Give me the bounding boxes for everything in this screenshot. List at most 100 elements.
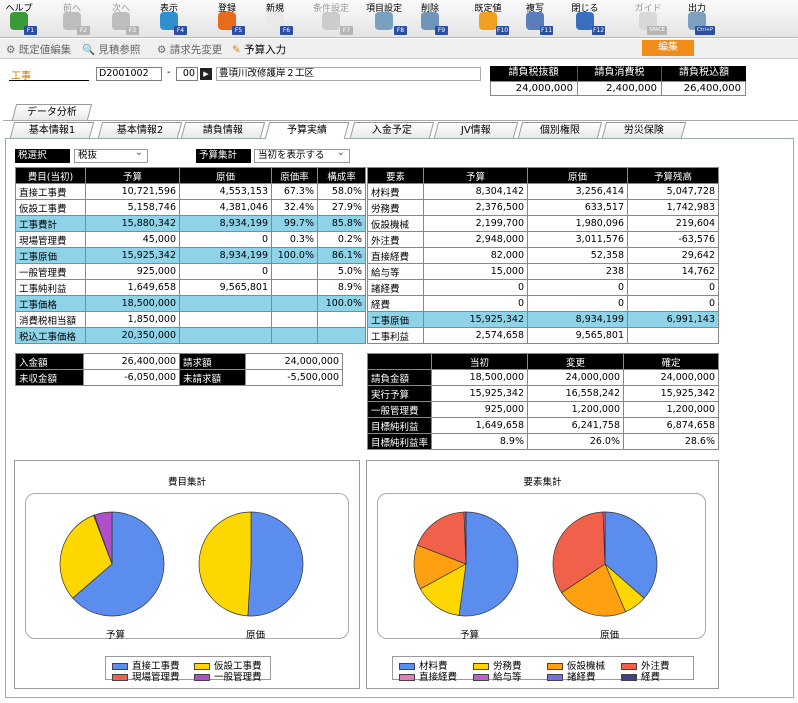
toolbar-button-arrow-left[interactable]: 前へ F2 (55, 0, 90, 38)
cell-value: 14,762 (627, 263, 719, 280)
tab-8[interactable]: 労災保険 (601, 122, 687, 138)
payment-table: 入金額 26,400,000 請求額 24,000,000 未収金額 -6,050,000… (15, 353, 343, 386)
koji-code-input[interactable]: D2001002 (96, 67, 162, 81)
cell-value: 8.9% (317, 279, 366, 296)
toolbar-button-help[interactable]: ヘルプ F1 (2, 0, 37, 38)
function-key-badge: F5 (232, 26, 245, 35)
billing-change-button[interactable]: ⚙ 請求先変更 (157, 42, 222, 57)
budget-input-button[interactable]: ✎ 予算入力 (232, 42, 286, 57)
cost-item-chart-box: 費目集計 予算 原価 直接工事費 仮設工事費 現場管理費 一般管理費 (14, 460, 360, 689)
cell-value: 86.1% (317, 247, 366, 264)
function-key-badge: F3 (126, 26, 139, 35)
total-header-incl-tax: 請負税込額 (661, 66, 746, 81)
toolbar-button-trash[interactable]: 削除 F9 (413, 0, 448, 38)
cell-value: 8,934,199 (179, 215, 272, 232)
branch-input[interactable]: 00 (176, 67, 198, 81)
element-pie-svg (413, 511, 658, 617)
element-chart-box: 要素集計 予算 原価 材料費 労務費 仮設機械 外注費 直接経費 給与等 諸経費 経費 (366, 460, 719, 689)
table-row: 請負金額 18,500,000 24,000,000 24,000,000 (367, 369, 719, 386)
cell-value: 29,642 (627, 247, 719, 264)
tab-2[interactable]: 基本情報2 (97, 122, 183, 138)
toolbar-button-close-door[interactable]: 閉じる F12 (566, 0, 605, 38)
row-label: 消費税相当額 (15, 311, 86, 328)
toolbar-button-arrow-right[interactable]: 次へ F3 (104, 0, 139, 38)
legend-item: 現場管理費 (112, 669, 180, 683)
koji-label-underline (9, 80, 89, 81)
branch-search-icon[interactable]: ▶ (200, 68, 212, 80)
table-row: 未収金額 -6,050,000 未請求額 -5,500,000 (15, 369, 343, 386)
column-header: 原価率 (271, 167, 318, 184)
total-value-tax: 2,400,000 (577, 81, 661, 96)
tab-1[interactable]: 基本情報1 (9, 122, 95, 138)
cell-value: 2,948,000 (423, 231, 528, 248)
budget-aggregate-dropdown[interactable]: 当初を表示する (254, 147, 350, 163)
tab-data-analysis[interactable]: データ分析 (11, 104, 93, 120)
cell-value: 6,241,758 (527, 417, 624, 434)
cell-value: 52,358 (527, 247, 628, 264)
cell-value (271, 311, 318, 328)
cell-value: 1,200,000 (527, 401, 624, 418)
cell-value: 6,991,143 (627, 311, 719, 328)
table-row: 仮設工事費 5,158,746 4,381,046 32.4% 27.9% (15, 199, 366, 216)
cell-value: 58.0% (317, 183, 366, 200)
row-label: 目標純利益率 (367, 433, 432, 450)
tab-3[interactable]: 請負情報 (180, 122, 266, 138)
toolbar-button-printer[interactable]: 出力 Ctrl+P (680, 0, 715, 38)
toolbar-button-magnifier[interactable]: 表示 F4 (152, 0, 187, 38)
legend-item: 諸経費 (547, 669, 596, 683)
cell-value: 18,500,000 (85, 295, 180, 312)
table-row: 一般管理費 925,000 0 5.0% (15, 263, 366, 280)
row-label: 工事費計 (15, 215, 86, 232)
row-label: 一般管理費 (15, 263, 86, 280)
cell-value (271, 279, 318, 296)
column-header: 予算 (85, 167, 180, 184)
cell-value: 請求額 (179, 353, 246, 370)
toolbar-button-item-settings[interactable]: 項目設定 F8 (362, 0, 407, 38)
table-row: 工事原価 15,925,342 8,934,199 6,991,143 (367, 311, 719, 328)
tab-6[interactable]: JV情報 (433, 122, 519, 138)
cell-value: 67.3% (271, 183, 318, 200)
tax-select-dropdown[interactable]: 税抜 (74, 147, 148, 163)
table-row: 一般管理費 925,000 1,200,000 1,200,000 (367, 401, 719, 418)
table-row: 外注費 2,948,000 3,011,576 -63,576 (367, 231, 719, 248)
toolbar-button-refresh[interactable]: 既定値 F10 (468, 0, 509, 38)
table-row: 直接経費 82,000 52,358 29,642 (367, 247, 719, 264)
function-key-badge: F2 (77, 26, 90, 35)
cell-value: 0.2% (317, 231, 366, 248)
column-header: 当初 (431, 353, 528, 370)
total-header-excl-tax: 請負税抜額 (490, 66, 577, 81)
default-value-edit-button[interactable]: ⚙ 既定値編集 (6, 42, 71, 57)
cell-value: 0 (179, 231, 272, 248)
toolbar-button-guide-lightbulb[interactable]: ガイド SPACE (630, 0, 667, 38)
legend-item: 一般管理費 (194, 669, 262, 683)
legend-swatch (194, 674, 210, 681)
toolbar-button-ok[interactable]: 登録 F5 (210, 0, 245, 38)
function-key-badge: F12 (592, 26, 605, 35)
toolbar-button-new-document[interactable]: 新規 F6 (258, 0, 293, 38)
function-key-badge: F9 (435, 26, 448, 35)
column-header: 原価 (179, 167, 272, 184)
toolbar-button-condition-search[interactable]: 条件設定 F7 (310, 0, 353, 38)
legend-swatch (399, 674, 415, 681)
tab-5[interactable]: 入金予定 (349, 122, 435, 138)
cost-item-pie-label-cost: 原価 (246, 630, 266, 641)
toolbar-button-copy[interactable]: 複写 F11 (518, 0, 553, 38)
cell-value: 8,304,142 (423, 183, 528, 200)
cell-value: 2,199,700 (423, 215, 528, 232)
table-row: 目標純利益 1,649,658 6,241,758 6,874,658 (367, 417, 719, 434)
cell-value: 32.4% (271, 199, 318, 216)
tab-4[interactable]: 予算実績 (264, 122, 350, 139)
estimate-reference-button[interactable]: 🔍 見積参照 (82, 42, 140, 57)
legend-label: 現場管理費 (132, 672, 180, 683)
tab-7[interactable]: 個別権限 (517, 122, 603, 138)
cell-value: 5.0% (317, 263, 366, 280)
cost-item-chart-area (25, 493, 349, 639)
refresh-icon (479, 12, 497, 30)
condition-search-icon (322, 12, 340, 30)
table-header-row: 費目(当初) 予算 原価 原価率 構成率 (15, 167, 366, 184)
tab-label: JV情報 (460, 125, 491, 136)
budget-comparison-table: 当初 変更 確定 請負金額 18,500,000 24,000,000 24,000,000… (367, 353, 719, 450)
legend-swatch (112, 674, 128, 681)
cell-value: 18,500,000 (431, 369, 528, 386)
edit-button[interactable]: 編集 (642, 40, 694, 56)
